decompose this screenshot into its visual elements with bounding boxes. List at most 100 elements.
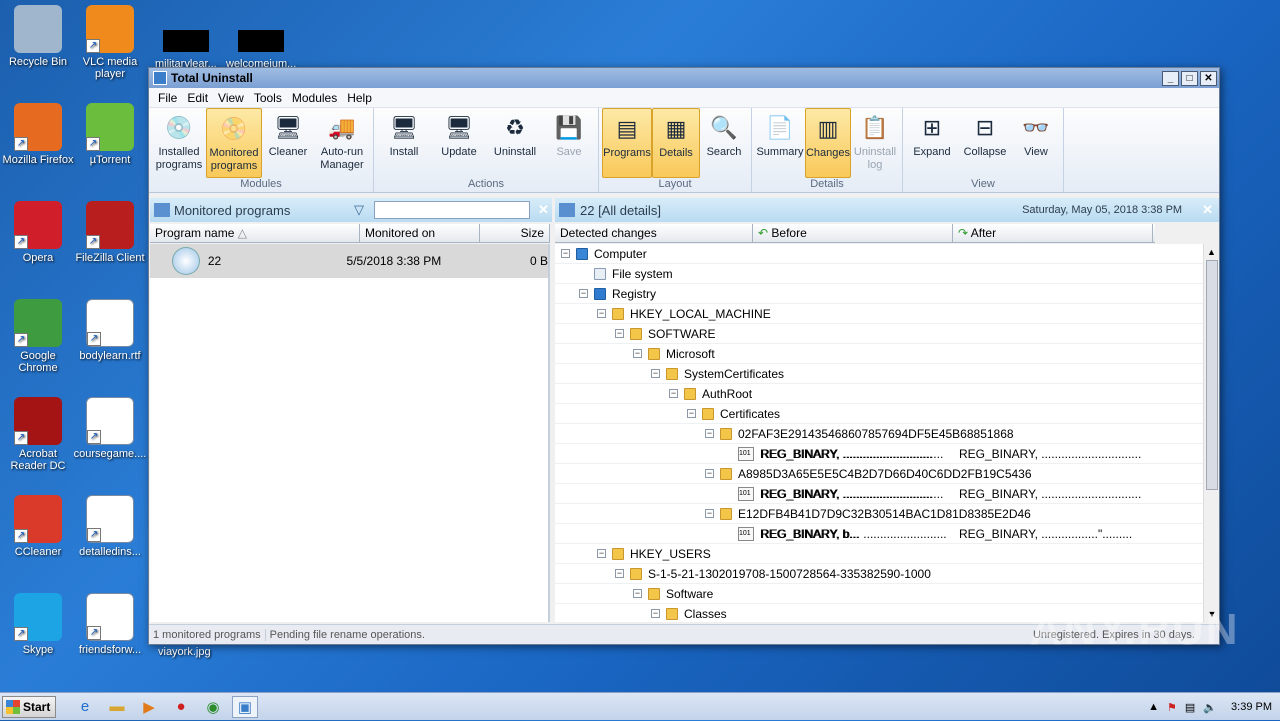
tree-node[interactable]: − SystemCertificates (555, 364, 1203, 384)
tree-node[interactable]: − HKEY_USERS (555, 544, 1203, 564)
desktop-icon[interactable]: ↗ Google Chrome (0, 299, 76, 374)
tree-node[interactable]: − SOFTWARE (555, 324, 1203, 344)
start-button[interactable]: Start (2, 695, 56, 718)
col-monitored-on[interactable]: Monitored on (360, 224, 480, 242)
tray-expand-icon[interactable]: ▲ (1148, 701, 1159, 713)
tree-node[interactable]: File system (555, 264, 1203, 284)
installed-programs-button[interactable]: 💿 Installed programs (152, 108, 206, 178)
desktop-icon[interactable]: ↗ Opera (0, 201, 76, 264)
collapse-node-icon[interactable]: − (651, 369, 660, 378)
tree-node[interactable]: − Computer (555, 244, 1203, 264)
collapse-node-icon[interactable]: − (615, 329, 624, 338)
desktop-icon[interactable]: ↗ Skype (0, 593, 76, 656)
collapse-node-icon[interactable]: − (597, 549, 606, 558)
action-center-icon[interactable]: ⚑ (1167, 701, 1177, 714)
tree-node[interactable]: − A8985D3A65E5E5C4B2D7D66D40C6DD2FB19C543… (555, 464, 1203, 484)
desktop-icon[interactable]: ↗ Mozilla Firefox (0, 103, 76, 166)
menu-view[interactable]: View (213, 91, 249, 105)
clock[interactable]: 3:39 PM (1231, 701, 1272, 713)
collapse-node-icon[interactable]: − (633, 349, 642, 358)
col-detected-changes[interactable]: Detected changes (555, 224, 753, 242)
title-bar[interactable]: Total Uninstall _ □ ✕ (149, 68, 1219, 88)
desktop-icon[interactable]: ↗ FileZilla Client (72, 201, 148, 264)
tree-node[interactable]: − HKEY_LOCAL_MACHINE (555, 304, 1203, 324)
changes-button[interactable]: ▥ Changes (805, 108, 851, 178)
update-button[interactable]: 🖥 Update (431, 108, 487, 178)
desktop-icon[interactable]: ↗ VLC media player (72, 5, 148, 80)
summary-button[interactable]: 📄 Summary (755, 108, 805, 178)
cleaner-button[interactable]: 🖥 Cleaner (262, 108, 314, 178)
tree-node[interactable]: 101 REG_BINARY, b... REG_BINARY, b... ....… (555, 524, 1203, 544)
tree-node[interactable]: 101 REG_BINARY, .........................… (555, 484, 1203, 504)
desktop-icon[interactable]: ↗ µTorrent (72, 103, 148, 166)
details-layout-button[interactable]: ▦ Details (652, 108, 700, 178)
network-icon[interactable]: ▤ (1185, 701, 1195, 714)
collapse-node-icon[interactable]: − (705, 469, 714, 478)
install-button[interactable]: 🖥 Install (377, 108, 431, 178)
view-button[interactable]: 👓 View (1012, 108, 1060, 178)
total-uninstall-taskbar-icon[interactable]: ▣ (232, 695, 258, 718)
desktop-icon[interactable]: Recycle Bin (0, 5, 76, 68)
collapse-button[interactable]: ⊟ Collapse (958, 108, 1012, 178)
chrome-taskbar-icon[interactable]: ◉ (200, 696, 226, 718)
monitored-programs-button[interactable]: 📀 Monitored programs (206, 108, 262, 178)
collapse-node-icon[interactable]: − (705, 429, 714, 438)
media-player-icon[interactable]: ▶ (136, 696, 162, 718)
close-button[interactable]: ✕ (1200, 70, 1217, 86)
ie-icon[interactable]: e (72, 696, 98, 718)
menu-modules[interactable]: Modules (287, 91, 342, 105)
uninstall-button[interactable]: ♻ Uninstall (487, 108, 543, 178)
collapse-node-icon[interactable]: − (579, 289, 588, 298)
scroll-thumb[interactable] (1206, 260, 1218, 490)
expand-button[interactable]: ⊞ Expand (906, 108, 958, 178)
opera-taskbar-icon[interactable]: ● (168, 696, 194, 718)
tree-node[interactable]: − S-1-5-21-1302019708-1500728564-33538259… (555, 564, 1203, 584)
collapse-node-icon[interactable]: − (687, 409, 696, 418)
menu-file[interactable]: File (153, 91, 182, 105)
filter-icon[interactable]: ▽ (354, 202, 374, 218)
col-program-name[interactable]: Program name △ (150, 224, 360, 242)
tree-node[interactable]: − AuthRoot (555, 384, 1203, 404)
col-before[interactable]: ↶ Before (753, 224, 953, 242)
collapse-node-icon[interactable]: − (669, 389, 678, 398)
menu-help[interactable]: Help (342, 91, 377, 105)
search-button[interactable]: 🔍 Search (700, 108, 748, 178)
save-button[interactable]: 💾 Save (543, 108, 595, 178)
uninstall-log-button[interactable]: 📋 Uninstall log (851, 108, 899, 178)
tree-node[interactable]: − Registry (555, 284, 1203, 304)
tree-node[interactable]: − Certificates (555, 404, 1203, 424)
tree-node[interactable]: − E12DFB4B41D7D9C32B30514BAC1D81D8385E2D4… (555, 504, 1203, 524)
maximize-button[interactable]: □ (1181, 70, 1198, 86)
collapse-node-icon[interactable]: − (561, 249, 570, 258)
menu-tools[interactable]: Tools (249, 91, 287, 105)
table-row[interactable]: 22 5/5/2018 3:38 PM 0 B (150, 244, 548, 278)
vertical-scrollbar[interactable]: ▲ ▼ (1203, 244, 1219, 622)
desktop-icon[interactable]: ↗ Acrobat Reader DC (0, 397, 76, 472)
collapse-node-icon[interactable]: − (633, 589, 642, 598)
collapse-node-icon[interactable]: − (705, 509, 714, 518)
desktop-icon[interactable]: ↗ bodylearn.rtf (72, 299, 148, 362)
collapse-node-icon[interactable]: − (651, 609, 660, 618)
tree-node[interactable]: − Software (555, 584, 1203, 604)
menu-edit[interactable]: Edit (182, 91, 213, 105)
scroll-up-icon[interactable]: ▲ (1204, 244, 1219, 260)
explorer-icon[interactable]: ▬ (104, 696, 130, 718)
minimize-button[interactable]: _ (1162, 70, 1179, 86)
volume-icon[interactable]: 🔈 (1203, 701, 1217, 714)
desktop-icon[interactable]: ↗ coursegame.... (72, 397, 148, 460)
tree-node[interactable]: − Microsoft (555, 344, 1203, 364)
collapse-node-icon[interactable]: − (615, 569, 624, 578)
desktop-icon[interactable]: ↗ CCleaner (0, 495, 76, 558)
search-input[interactable] (374, 201, 530, 219)
tree-node[interactable]: 101 REG_BINARY, .........................… (555, 444, 1203, 464)
clear-search-icon[interactable]: ✕ (538, 202, 549, 218)
collapse-node-icon[interactable]: − (597, 309, 606, 318)
tree-node[interactable]: − 02FAF3E291435468607857694DF5E45B6885186… (555, 424, 1203, 444)
col-size[interactable]: Size (480, 224, 550, 242)
col-after[interactable]: ↷ After (953, 224, 1153, 242)
auto-run-manager-button[interactable]: 🚚 Auto-run Manager (314, 108, 370, 178)
programs-layout-button[interactable]: ▤ Programs (602, 108, 652, 178)
desktop-icon[interactable]: ↗ friendsforw... (72, 593, 148, 656)
desktop-icon[interactable]: ↗ detalledins... (72, 495, 148, 558)
close-details-icon[interactable]: ✕ (1202, 202, 1213, 218)
